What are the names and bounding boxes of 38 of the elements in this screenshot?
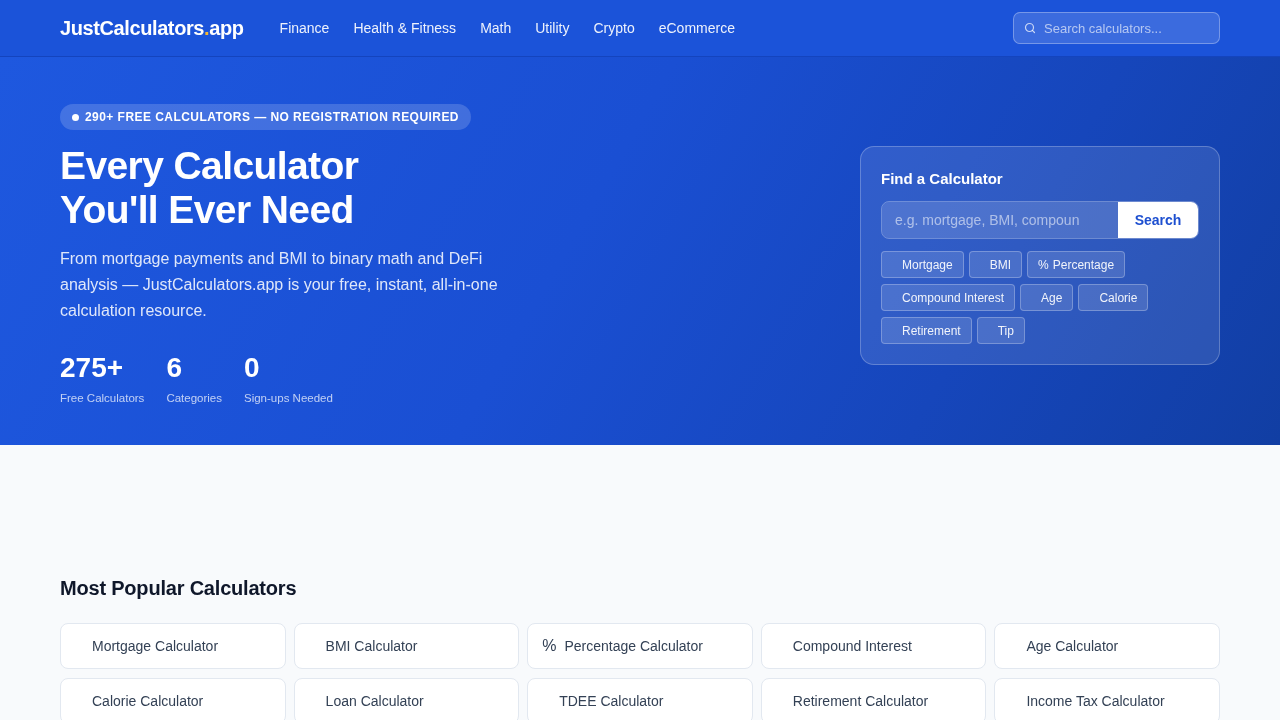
stat-value: 6 — [166, 351, 182, 385]
calculator-card[interactable]: Age Calculator — [994, 623, 1220, 669]
calculator-card[interactable]: Loan Calculator — [293, 678, 520, 720]
quick-link-chip[interactable]: Calorie — [1078, 284, 1149, 311]
calculator-card[interactable]: Retirement Calculator — [760, 678, 987, 720]
nav-link[interactable]: Finance — [279, 20, 330, 36]
calculator-card[interactable]: BMI Calculator — [293, 623, 520, 669]
nav-link[interactable]: Health & Fitness — [353, 20, 457, 36]
dot-icon — [72, 113, 79, 121]
quick-link-chip[interactable]: Age — [1020, 284, 1074, 311]
stat-label: Free Calculators — [60, 391, 145, 405]
quick-link-chip[interactable]: Retirement — [881, 317, 972, 344]
stat-label: Categories — [166, 391, 222, 405]
stat-value: 275+ — [60, 351, 124, 385]
stat-label: Sign-ups Needed — [244, 391, 333, 405]
badge-text: 290+ FREE CALCULATORS — NO REGISTRATION REQUIRED — [85, 110, 459, 124]
finder-title: Find a Calculator — [881, 169, 1004, 189]
nav-link[interactable]: Math — [480, 20, 512, 36]
nav-link[interactable]: Crypto — [593, 20, 635, 36]
quick-link-chip[interactable]: Compound Interest — [881, 284, 1016, 311]
hero-title: Every Calculator You'll Ever Need — [60, 144, 359, 232]
stat-value: 0 — [244, 351, 260, 385]
calculator-card[interactable]: Calorie Calculator — [60, 678, 286, 720]
quick-link-chip[interactable]: Tip — [976, 317, 1025, 344]
quick-link-chip[interactable]: BMI — [968, 251, 1023, 278]
quick-link-chip[interactable]: % Percentage — [1027, 251, 1126, 278]
calculator-card[interactable]: Mortgage Calculator — [60, 623, 286, 669]
calculator-card[interactable]: Income Tax Calculator — [994, 678, 1220, 720]
calculator-card[interactable]: TDEE Calculator — [527, 678, 753, 720]
nav-link[interactable]: Utility — [535, 20, 570, 36]
calculator-card[interactable]: % Percentage Calculator — [527, 623, 753, 669]
search-icon — [1024, 22, 1036, 34]
nav-link[interactable]: eCommerce — [658, 20, 735, 36]
quick-link-chip[interactable]: Mortgage — [881, 251, 964, 278]
hero-description: From mortgage payments and BMI to binary math and DeFi analysis — JustCalculators.app is your free, instant, all-in-one calculation resource. — [60, 249, 499, 321]
logo-link[interactable]: JustCalculators.app — [60, 16, 244, 40]
section-heading: Most Popular Calculators — [60, 576, 298, 601]
calculator-card[interactable]: Compound Interest — [760, 623, 987, 669]
